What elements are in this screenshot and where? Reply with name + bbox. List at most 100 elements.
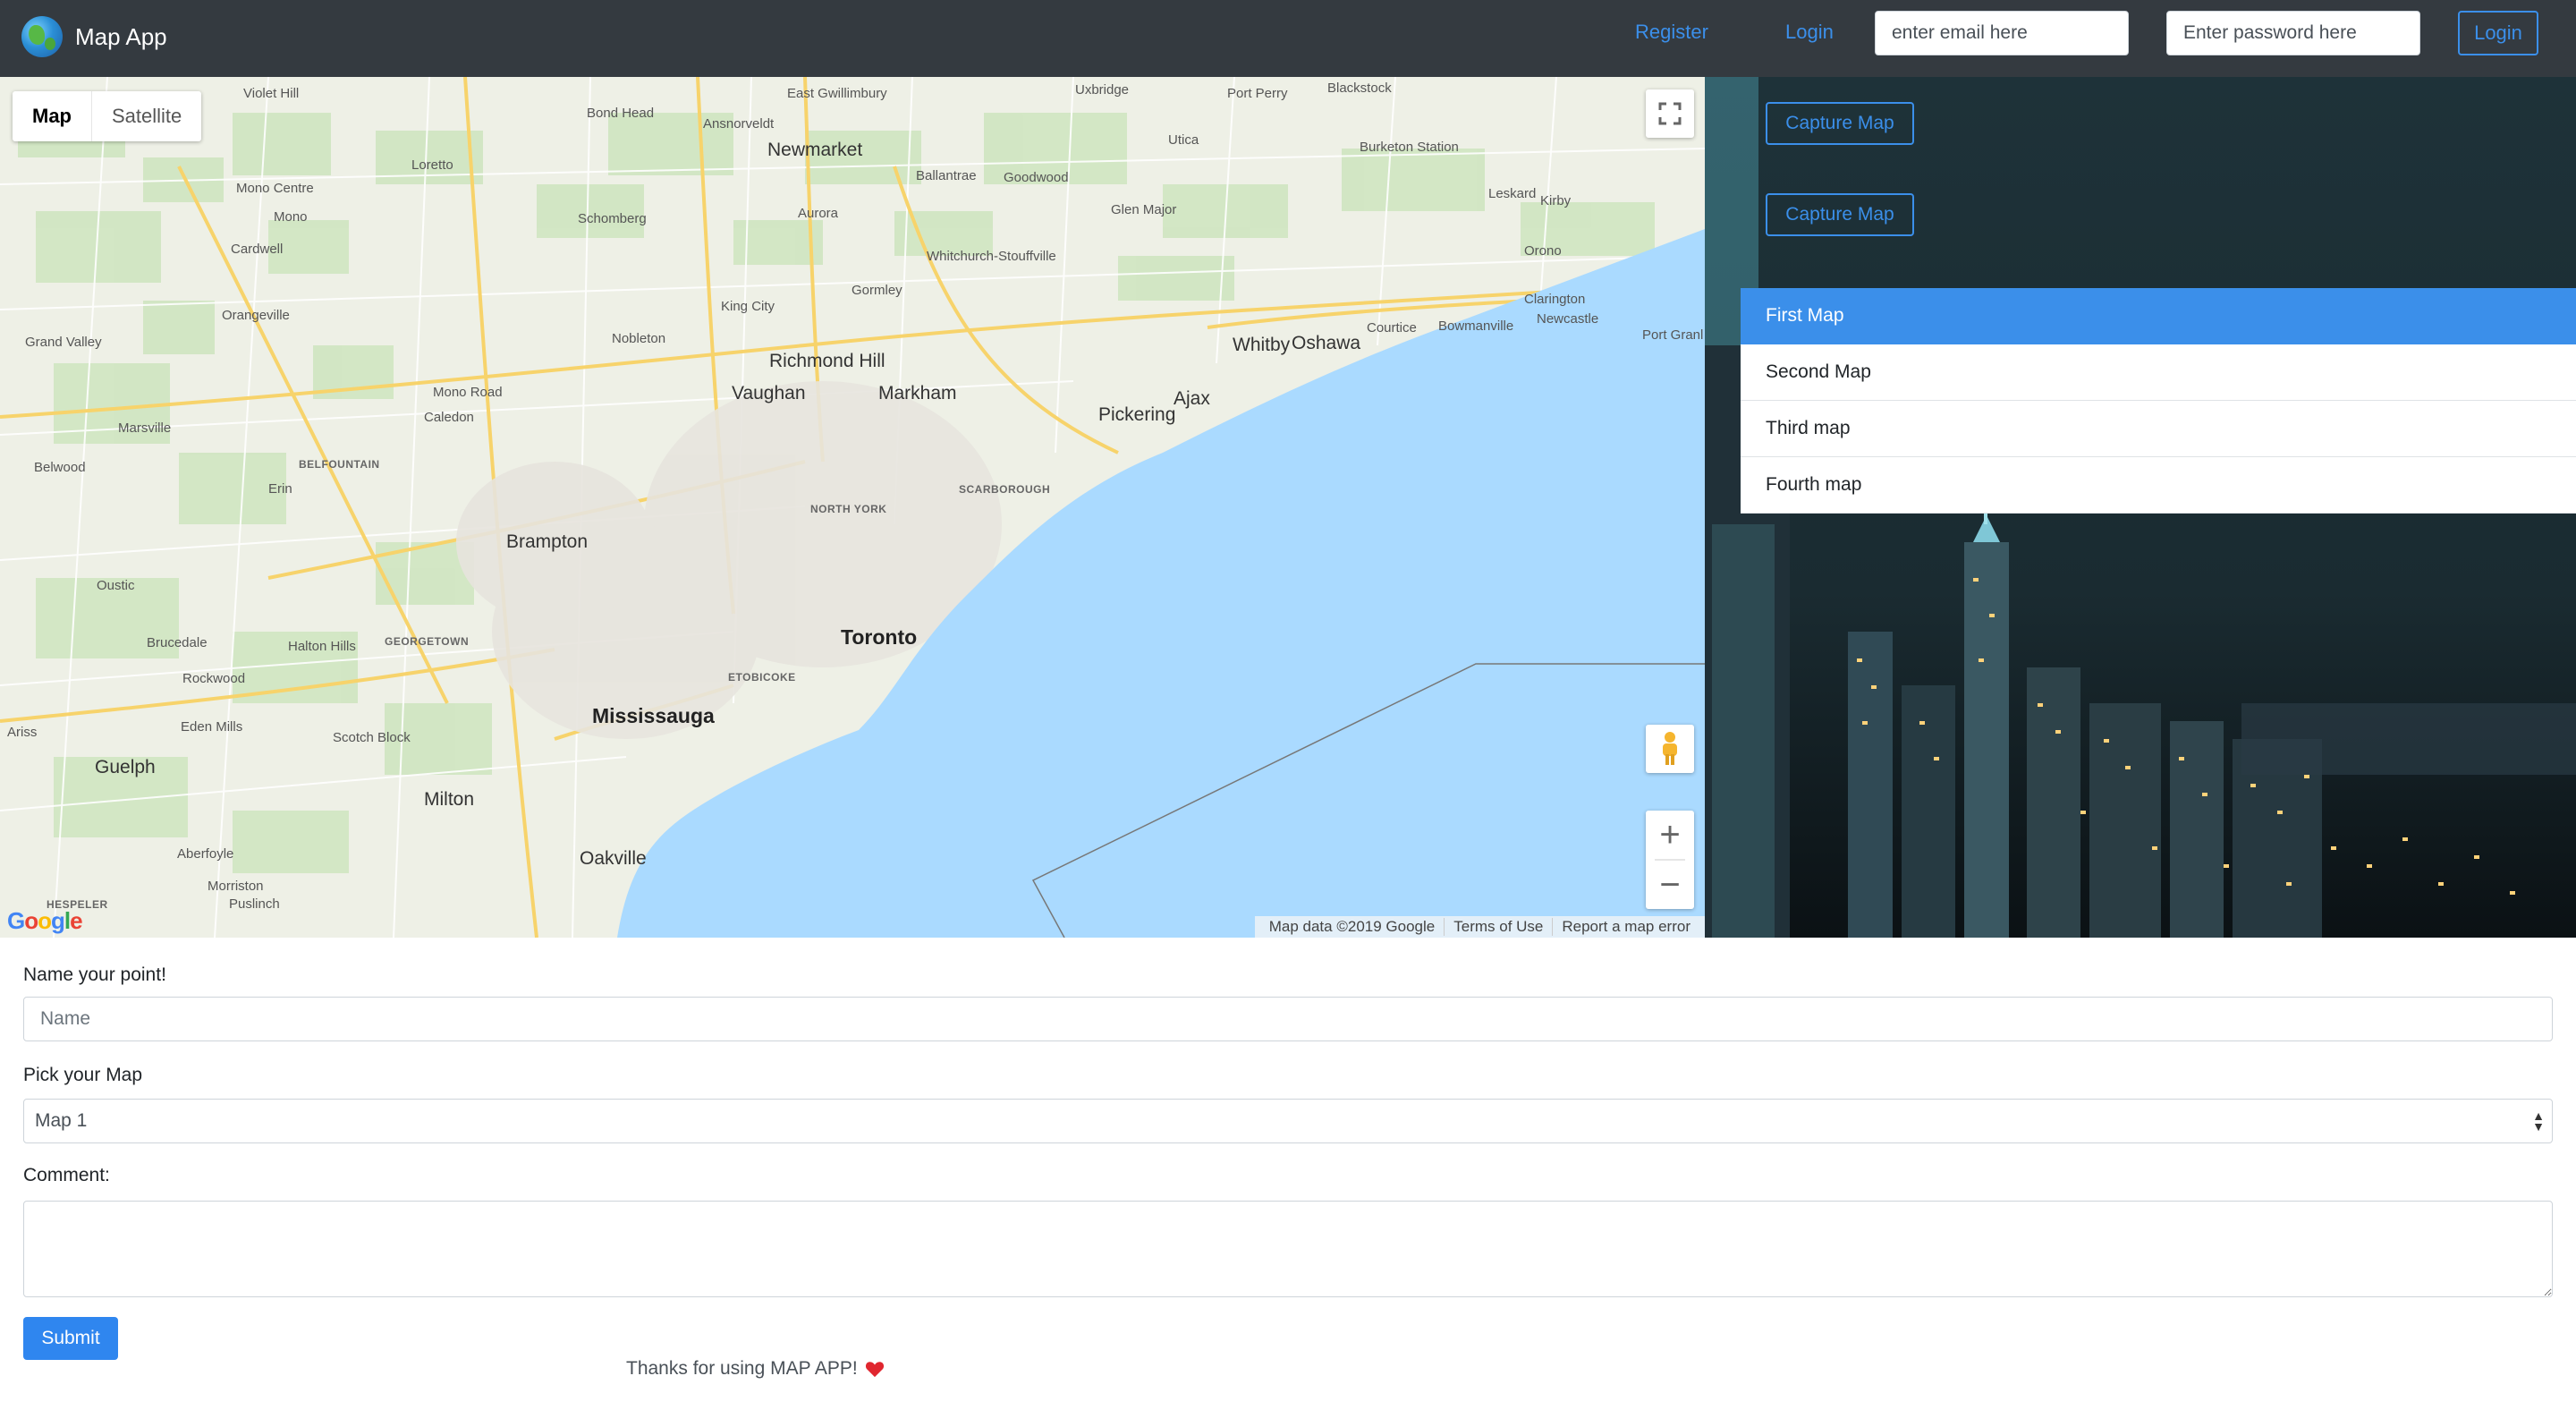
side-panel: Capture Map Capture Map First Map Second…	[1705, 77, 2576, 938]
map-label-belwood: Belwood	[34, 460, 86, 475]
capture-map-button-1[interactable]: Capture Map	[1766, 102, 1914, 145]
map-label-stouffville: Whitchurch-Stouffville	[927, 249, 1056, 264]
map-list-item-third[interactable]: Third map	[1741, 401, 2576, 457]
fullscreen-icon	[1658, 102, 1682, 125]
map-label-aurora: Aurora	[798, 206, 839, 221]
map-label-richmond-hill: Richmond Hill	[769, 351, 886, 371]
register-link[interactable]: Register	[1635, 21, 1708, 44]
select-arrows-icon: ▲ ▼	[2532, 1108, 2545, 1134]
map-type-map[interactable]: Map	[13, 91, 92, 141]
map-list-item-second[interactable]: Second Map	[1741, 344, 2576, 401]
map-label-whitby: Whitby	[1233, 335, 1291, 355]
map-list-item-fourth[interactable]: Fourth map	[1741, 457, 2576, 514]
map-list: First Map Second Map Third map Fourth ma…	[1741, 288, 2576, 514]
zoom-out-button[interactable]: −	[1646, 861, 1694, 909]
map-label-leskard: Leskard	[1488, 186, 1537, 201]
google-logo: Google	[7, 907, 83, 934]
map-label-puslinch: Puslinch	[229, 896, 280, 912]
map-label-oustic: Oustic	[97, 578, 135, 593]
map-select-value: Map 1	[35, 1110, 88, 1131]
map-label-goodwood: Goodwood	[1004, 170, 1069, 185]
map-select-label: Pick your Map	[23, 1065, 143, 1085]
password-field[interactable]	[2166, 11, 2420, 55]
terms-of-use-link[interactable]: Terms of Use	[1445, 918, 1554, 936]
navbar: Map App Register Login Login	[0, 0, 2576, 77]
map-select[interactable]: Map 1 ▲ ▼	[23, 1099, 2553, 1143]
map-label-newcastle: Newcastle	[1537, 311, 1599, 327]
zoom-control: + −	[1646, 811, 1694, 909]
map-label-milton: Milton	[424, 789, 475, 810]
map-label-mono-road: Mono Road	[433, 385, 503, 400]
map-label-morriston: Morriston	[208, 879, 264, 894]
pegman-icon	[1663, 732, 1677, 765]
footer-text: Thanks for using MAP APP!	[626, 1358, 858, 1379]
brand[interactable]: Map App	[21, 16, 167, 57]
map-label-grand-valley: Grand Valley	[25, 335, 102, 350]
map-label-gormley: Gormley	[852, 283, 902, 298]
map-label-port-perry: Port Perry	[1227, 86, 1288, 101]
map-label-markham: Markham	[878, 383, 957, 403]
map-label-oakville: Oakville	[580, 848, 647, 869]
map-label-belfountain: BELFOUNTAIN	[299, 458, 380, 471]
map-label-oshawa: Oshawa	[1292, 333, 1361, 353]
fullscreen-button[interactable]	[1646, 89, 1694, 138]
brand-title: Map App	[75, 22, 167, 50]
map-label-etobicoke: ETOBICOKE	[728, 671, 796, 684]
map-label-ajax: Ajax	[1174, 388, 1210, 409]
map-attribution: Map data ©2019 Google Terms of Use Repor…	[1254, 916, 1705, 938]
comment-textarea[interactable]	[23, 1201, 2553, 1297]
name-label: Name your point!	[23, 964, 166, 985]
map-label-aberfoyle: Aberfoyle	[177, 846, 234, 862]
map-label-courtice: Courtice	[1367, 320, 1417, 336]
map-data-credit: Map data ©2019 Google	[1260, 918, 1445, 936]
map-label-violet-hill: Violet Hill	[243, 86, 300, 101]
map-label-rockwood: Rockwood	[182, 671, 246, 686]
map-label-mono-centre: Mono Centre	[236, 181, 314, 196]
map-label-east-gwillimbury: East Gwillimbury	[787, 86, 887, 101]
map-label-ariss: Ariss	[7, 725, 38, 740]
map-label-cardwell: Cardwell	[231, 242, 284, 257]
map-type-control: Map Satellite	[13, 91, 202, 141]
map-list-item-first[interactable]: First Map	[1741, 288, 2576, 344]
map-label-pickering: Pickering	[1098, 404, 1176, 425]
map-label-marsville: Marsville	[118, 420, 172, 436]
map-type-satellite[interactable]: Satellite	[92, 91, 201, 141]
map-label-utica: Utica	[1168, 132, 1199, 148]
map-label-ansnorveldt: Ansnorveldt	[703, 116, 775, 132]
map-label-mono: Mono	[274, 209, 308, 225]
submit-button[interactable]: Submit	[23, 1317, 118, 1360]
zoom-in-button[interactable]: +	[1646, 811, 1694, 859]
map-label-clarington: Clarington	[1524, 292, 1586, 307]
capture-map-button-2[interactable]: Capture Map	[1766, 193, 1914, 236]
map-label-burketon-station: Burketon Station	[1360, 140, 1459, 155]
map-label-georgetown: GEORGETOWN	[385, 635, 470, 648]
map-label-caledon: Caledon	[424, 410, 474, 425]
globe-icon	[21, 16, 63, 57]
map-label-ballantrae: Ballantrae	[916, 168, 977, 183]
map-label-nobleton: Nobleton	[612, 331, 666, 346]
map-label-brucedale: Brucedale	[147, 635, 208, 650]
map-label-mississauga: Mississauga	[592, 704, 715, 727]
map-label-vaughan: Vaughan	[732, 383, 806, 403]
email-field[interactable]	[1875, 11, 2129, 55]
login-button[interactable]: Login	[2458, 11, 2538, 55]
map-label-north-york: NORTH YORK	[810, 503, 887, 515]
map-label-glen-major: Glen Major	[1111, 202, 1177, 217]
map-label-halton-hills: Halton Hills	[288, 639, 356, 654]
map-label-king-city: King City	[721, 299, 775, 314]
map-canvas[interactable]: Toronto Mississauga Brampton Markham Vau…	[0, 77, 1705, 938]
map-label-eden-mills: Eden Mills	[181, 719, 243, 735]
map-label-toronto: Toronto	[841, 625, 918, 649]
heart-icon	[865, 1362, 884, 1378]
map-label-schomberg: Schomberg	[578, 211, 647, 226]
login-link[interactable]: Login	[1785, 21, 1834, 44]
map-label-blackstock: Blackstock	[1327, 81, 1392, 96]
map-label-erin: Erin	[268, 481, 292, 497]
map-label-kirby: Kirby	[1540, 193, 1572, 208]
street-view-button[interactable]	[1646, 725, 1694, 773]
map-label-uxbridge: Uxbridge	[1075, 82, 1130, 98]
name-field[interactable]	[23, 997, 2553, 1041]
map-label-scotch-block: Scotch Block	[333, 730, 411, 745]
map-label-bowmanville: Bowmanville	[1438, 319, 1514, 334]
report-map-error-link[interactable]: Report a map error	[1553, 918, 1699, 936]
